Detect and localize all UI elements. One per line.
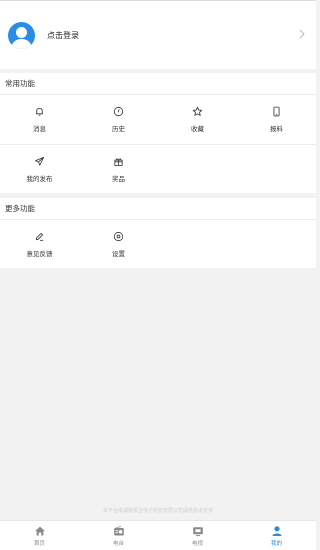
tab-home[interactable]: 首页: [0, 521, 79, 550]
report-item[interactable]: 报料: [237, 95, 316, 144]
favorites-label: 收藏: [191, 126, 204, 133]
pencil-icon: [35, 232, 44, 241]
avatar-icon: [8, 21, 35, 49]
bell-icon: [36, 107, 43, 116]
send-icon: [34, 156, 45, 166]
bottom-tab-bar: 首页 电台 电视 我的: [0, 520, 316, 550]
more-functions-title: 更多功能: [0, 198, 316, 220]
settings-item[interactable]: 设置: [79, 220, 158, 269]
prizes-label: 奖品: [112, 176, 125, 183]
user-icon: [272, 525, 281, 536]
report-label: 报料: [270, 126, 283, 133]
tab-radio-label: 电台: [112, 540, 124, 547]
history-label: 历史: [112, 126, 125, 133]
tv-icon: [192, 526, 203, 536]
tab-tv[interactable]: 电视: [158, 521, 237, 550]
settings-label: 设置: [112, 251, 125, 258]
my-posts-label: 我的发布: [26, 176, 53, 183]
more-functions-section: 更多功能 意见反馈 设置: [0, 198, 316, 268]
footer-note: 本平台由湖南报业电子科技有限公司提供技术支持: [102, 508, 213, 514]
messages-label: 消息: [33, 126, 46, 133]
history-item[interactable]: 历史: [79, 95, 158, 144]
favorites-item[interactable]: 收藏: [158, 95, 237, 144]
tab-mine[interactable]: 我的: [237, 521, 316, 550]
login-row[interactable]: 点击登录: [0, 1, 316, 69]
tab-tv-label: 电视: [191, 540, 203, 547]
gift-icon: [114, 158, 123, 166]
common-functions-section: 常用功能 消息 历史 收藏 报料 我的发布 奖品: [0, 73, 316, 193]
common-functions-title: 常用功能: [0, 73, 316, 95]
login-label: 点击登录: [47, 30, 79, 40]
phone-icon: [273, 106, 280, 117]
prizes-item[interactable]: 奖品: [79, 145, 158, 194]
tab-mine-label: 我的: [270, 540, 282, 547]
my-posts-item[interactable]: 我的发布: [0, 145, 79, 194]
settings-icon: [113, 231, 124, 242]
chevron-right-icon: [299, 29, 305, 39]
clock-icon: [113, 106, 124, 117]
feedback-item[interactable]: 意见反馈: [0, 220, 79, 269]
tab-radio[interactable]: 电台: [79, 521, 158, 550]
star-icon: [192, 106, 203, 116]
home-icon: [34, 526, 45, 535]
feedback-label: 意见反馈: [26, 251, 53, 258]
radio-icon: [113, 525, 124, 535]
tab-home-label: 首页: [33, 540, 45, 547]
messages-item[interactable]: 消息: [0, 95, 79, 144]
